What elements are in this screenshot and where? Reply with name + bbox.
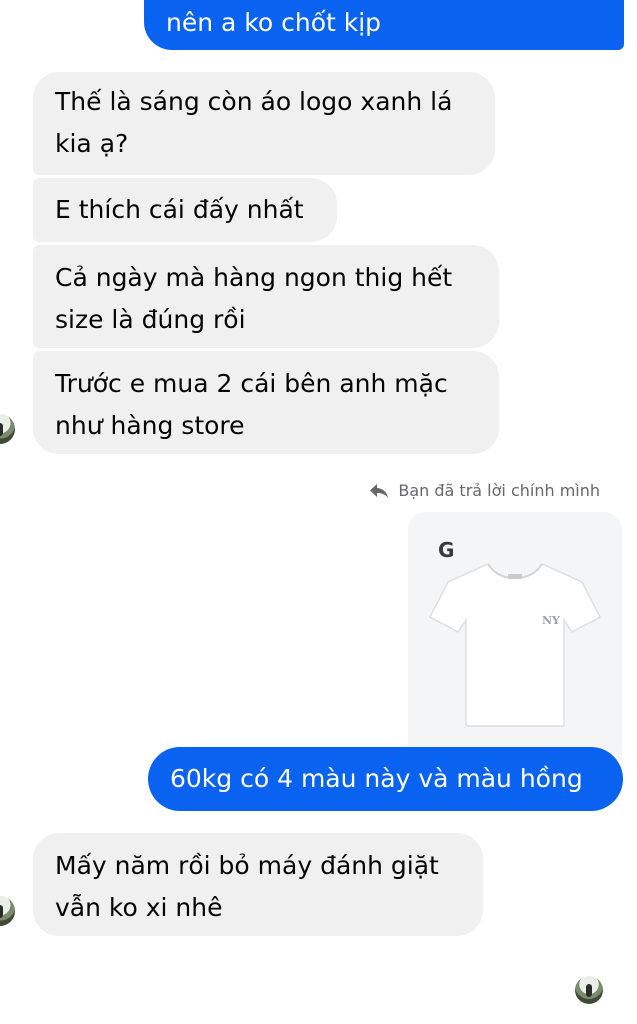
message-text: Thế là sáng còn áo logo xanh lá kia ạ?: [55, 87, 453, 158]
reply-notice: Bạn đã trả lời chính mình: [369, 481, 600, 500]
sender-avatar[interactable]: [0, 414, 15, 444]
message-bubble-incoming[interactable]: Thế là sáng còn áo logo xanh lá kia ạ?: [33, 72, 495, 175]
message-bubble-outgoing[interactable]: 60kg có 4 màu này và màu hồng: [148, 747, 623, 811]
message-text: nên a ko chốt kịp: [166, 8, 382, 37]
message-bubble-incoming[interactable]: Trước e mua 2 cái bên anh mặc như hàng s…: [33, 351, 499, 454]
message-bubble-incoming[interactable]: E thích cái đấy nhất: [33, 178, 337, 242]
replied-image-attachment[interactable]: G NY: [408, 512, 622, 760]
tshirt-image: NY: [428, 563, 602, 727]
seen-receipt-avatar: [575, 976, 603, 1004]
message-bubble-incoming[interactable]: Mấy năm rồi bỏ máy đánh giặt vẫn ko xi n…: [33, 833, 483, 936]
message-bubble-outgoing[interactable]: nên a ko chốt kịp: [144, 0, 624, 50]
message-text: 60kg có 4 màu này và màu hồng: [170, 764, 583, 793]
message-text: E thích cái đấy nhất: [55, 195, 304, 224]
message-bubble-incoming[interactable]: Cả ngày mà hàng ngon thig hết size là đú…: [33, 245, 499, 348]
message-text: Mấy năm rồi bỏ máy đánh giặt vẫn ko xi n…: [55, 851, 439, 922]
reply-arrow-icon: [370, 483, 389, 498]
reply-notice-text: Bạn đã trả lời chính mình: [398, 481, 600, 500]
message-text: Cả ngày mà hàng ngon thig hết size là đú…: [55, 263, 453, 334]
sender-avatar[interactable]: [0, 896, 15, 926]
message-text: Trước e mua 2 cái bên anh mặc như hàng s…: [55, 369, 448, 440]
tshirt-logo: NY: [542, 614, 560, 627]
